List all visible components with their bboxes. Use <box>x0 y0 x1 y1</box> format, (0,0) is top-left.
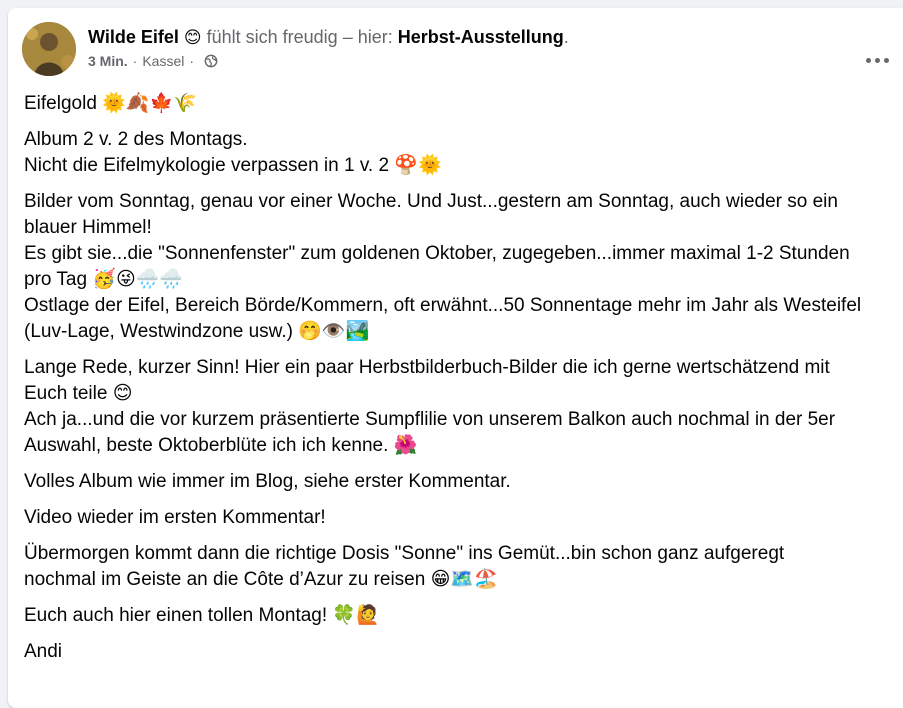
post-text-line: Bilder vom Sonntag, genau vor einer Woch… <box>24 191 838 212</box>
post-paragraph: Übermorgen kommt dann die richtige Dosis… <box>24 541 884 593</box>
post-paragraph: Album 2 v. 2 des Montags. Nicht die Eifel… <box>24 127 884 179</box>
post-text-line: Euch auch hier einen tollen Montag! 🍀🙋 <box>24 605 380 626</box>
post-text-line: Nicht die Eifelmykologie verpassen in 1 … <box>24 155 442 176</box>
post-text-line: nochmal im Geiste an die Côte d’Azur zu … <box>24 569 498 590</box>
post-paragraph: Volles Album wie immer im Blog, siehe er… <box>24 469 884 495</box>
post-location: Kassel <box>142 53 185 69</box>
post-paragraph: Eifelgold 🌞🍂🍁🌾 <box>24 91 884 117</box>
post-text-line: Eifelgold 🌞🍂🍁🌾 <box>24 93 197 114</box>
post-text-line: Album 2 v. 2 des Montags. <box>24 129 248 150</box>
author-name[interactable]: Wilde Eifel <box>88 27 179 47</box>
post-text-line: Übermorgen kommt dann die richtige Dosis… <box>24 543 785 564</box>
post-text-line: Ach ja...und die vor kurzem präsentierte… <box>24 409 836 430</box>
post-text-line: Ostlage der Eifel, Bereich Börde/Kommern… <box>24 295 862 316</box>
post-meta: 3 Min. · Kassel · <box>88 52 218 70</box>
feeling-emoji-icon: 😊 <box>183 28 202 48</box>
globe-icon[interactable] <box>204 54 218 68</box>
more-options-icon[interactable] <box>859 50 895 70</box>
post-text-line: Volles Album wie immer im Blog, siehe er… <box>24 471 511 492</box>
post-text-line: pro Tag 🥳😜🌧️🌧️ <box>24 269 184 290</box>
meta-separator: · <box>132 53 138 69</box>
post-paragraph: Bilder vom Sonntag, genau vor einer Woch… <box>24 189 884 345</box>
post-text-line: Lange Rede, kurzer Sinn! Hier ein paar H… <box>24 357 830 378</box>
more-dot <box>865 57 871 63</box>
post-card: Wilde Eifel 😊 fühlt sich freudig – hier:… <box>8 8 903 708</box>
post-text-line: Andi <box>24 641 63 662</box>
post-paragraph: Euch auch hier einen tollen Montag! 🍀🙋 <box>24 603 884 629</box>
post-text-line: blauer Himmel! <box>24 217 152 238</box>
post-text-line: Video wieder im ersten Kommentar! <box>24 507 326 528</box>
place-suffix: . <box>563 27 569 47</box>
post-text-line: Euch teile 😊 <box>24 383 133 404</box>
post-text-line: Es gibt sie...die "Sonnenfenster" zum go… <box>24 243 850 264</box>
more-dot <box>883 57 889 63</box>
meta-separator-2: · <box>189 53 195 69</box>
more-dot <box>874 57 880 63</box>
post-text-line: Auswahl, beste Oktoberblüte ich ich kenn… <box>24 435 418 456</box>
post-paragraph: Lange Rede, kurzer Sinn! Hier ein paar H… <box>24 355 884 459</box>
post-title-line: Wilde Eifel 😊 fühlt sich freudig – hier:… <box>88 26 569 49</box>
avatar-image <box>22 22 76 76</box>
author-avatar[interactable] <box>22 22 76 76</box>
post-paragraph: Video wieder im ersten Kommentar! <box>24 505 884 531</box>
feeling-text: fühlt sich freudig – hier: <box>206 27 393 47</box>
post-header: Wilde Eifel 😊 fühlt sich freudig – hier:… <box>22 22 903 78</box>
post-timestamp[interactable]: 3 Min. <box>88 52 128 70</box>
post-paragraph: Andi <box>24 639 884 665</box>
post-text-line: (Luv-Lage, Westwindzone usw.) 🤭👁️🏞️ <box>24 321 370 342</box>
place-link[interactable]: Herbst-Ausstellung <box>398 27 564 47</box>
post-body: Eifelgold 🌞🍂🍁🌾 Album 2 v. 2 des Montags. N… <box>24 91 884 675</box>
